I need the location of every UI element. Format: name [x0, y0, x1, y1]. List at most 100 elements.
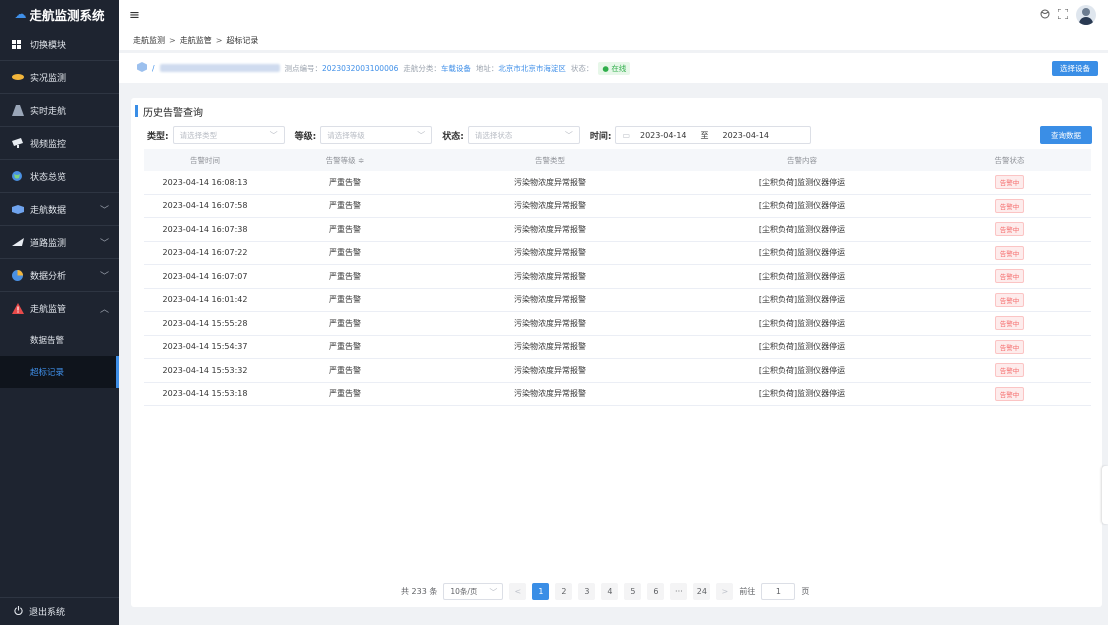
sidebar-subitem-data-alarm[interactable]: 数据告警 — [0, 324, 119, 356]
device-info-bar: / 测点编号： 2023032003100006 走航分类： 车载设备 地址： 北京市… — [119, 53, 1108, 83]
device-icon — [137, 62, 147, 74]
total-count: 共 233 条 — [401, 586, 438, 596]
pagination: 共 233 条 10条/页 ﹀ < 1 2 3 4 5 6 ··· 24 > 前往 1 页 — [401, 582, 809, 600]
cell-alarm-time: 2023-04-14 16:07:38 — [162, 224, 248, 234]
cell-alarm-type: 污染物浓度异常报警 — [514, 342, 586, 352]
alarm-table: 告警时间 告警等级 ≑ 告警类型 告警内容 告警状态 2023-04-14 16… — [144, 149, 1091, 406]
cell-alarm-type: 污染物浓度异常报警 — [514, 224, 586, 234]
next-page-button[interactable]: > — [716, 582, 734, 600]
cell-alarm-time: 2023-04-14 16:07:07 — [162, 271, 248, 281]
date-start[interactable]: 2023-04-14 — [640, 131, 687, 140]
logout-button[interactable]: 退出系统 — [0, 597, 119, 625]
sidebar-item-label: 数据分析 — [30, 271, 67, 282]
page-size-select[interactable]: 10条/页 ﹀ — [443, 582, 504, 600]
goto-page-input[interactable]: 1 — [761, 582, 796, 600]
table-row[interactable]: 2023-04-14 16:01:42 严重告警 污染物浓度异常报警 [尘积负荷]监测… — [144, 289, 1091, 312]
sidebar-item-road-monitoring[interactable]: 道路监测 ﹀ — [0, 226, 119, 258]
date-range-picker[interactable]: ▭ 2023-04-14 至 2023-04-14 — [615, 126, 812, 144]
cell-alarm-content: [尘积负荷]监测仪器停运 — [758, 201, 846, 211]
sidebar-item-label: 实况监测 — [30, 73, 67, 84]
page-button[interactable]: 1 — [532, 582, 550, 600]
fullscreen-icon[interactable] — [1057, 8, 1069, 22]
page-list: 1 2 3 4 5 6 ··· 24 — [532, 582, 711, 600]
top-bar: ≡ — [119, 0, 1108, 30]
cell-alarm-content: [尘积负荷]监测仪器停运 — [758, 224, 846, 234]
chevron-down-icon: ﹀ — [489, 587, 498, 597]
chevron-down-icon: ﹀ — [417, 131, 426, 140]
sidebar-item-label: 状态总览 — [30, 172, 67, 183]
level-filter-label: 等级: — [294, 131, 317, 142]
status-badge: 告警中 — [994, 386, 1025, 401]
date-end[interactable]: 2023-04-14 — [723, 131, 770, 140]
cell-alarm-level: 严重告警 — [329, 201, 361, 211]
sidebar-item-status-overview[interactable]: 状态总览 — [0, 160, 119, 192]
sidebar-item-cruise-data[interactable]: 走航数据 ﹀ — [0, 193, 119, 225]
breadcrumb-item[interactable]: 走航监管 — [180, 35, 212, 46]
sidebar-subitem-exceed-records[interactable]: 超标记录 — [0, 356, 119, 388]
cell-alarm-time: 2023-04-14 16:08:13 — [162, 177, 248, 187]
sidebar-item-switch-module[interactable]: 切换模块 — [0, 28, 119, 60]
sidebar-item-data-analysis[interactable]: 数据分析 ﹀ — [0, 259, 119, 291]
header-alarm-time: 告警时间 — [190, 155, 220, 165]
page-button[interactable]: 4 — [601, 582, 619, 600]
cell-alarm-status: 告警中 — [928, 316, 1091, 331]
page-button[interactable]: 2 — [555, 582, 573, 600]
point-value: 2023032003100006 — [322, 63, 399, 73]
sidebar-item-video-surveillance[interactable]: 视频监控 — [0, 127, 119, 159]
chevron-down-icon: ﹀ — [99, 206, 109, 216]
cell-alarm-content: [尘积负荷]监测仪器停运 — [758, 389, 846, 399]
app-title: 走航监测系统 — [29, 7, 105, 23]
table-row[interactable]: 2023-04-14 16:08:13 严重告警 污染物浓度异常报警 [尘积负荷]监测… — [144, 171, 1091, 195]
cell-alarm-level: 严重告警 — [329, 224, 361, 234]
sidebar-item-label: 数据告警 — [30, 336, 65, 346]
table-row[interactable]: 2023-04-14 15:53:32 严重告警 污染物浓度异常报警 [尘积负荷]监测… — [144, 359, 1091, 383]
sidebar-item-live-monitoring[interactable]: 实况监测 — [0, 61, 119, 93]
cell-alarm-type: 污染物浓度异常报警 — [514, 365, 586, 375]
select-device-button[interactable]: 选择设备 — [1052, 61, 1098, 76]
sidebar-item-cruise-supervision[interactable]: 走航监管 ︿ — [0, 292, 119, 324]
table-row[interactable]: 2023-04-14 16:07:07 严重告警 污染物浓度异常报警 [尘积负荷]监测… — [144, 265, 1091, 289]
goto-suffix: 页 — [801, 586, 810, 596]
sidebar-item-label: 走航监管 — [30, 304, 67, 315]
table-row[interactable]: 2023-04-14 15:53:18 严重告警 污染物浓度异常报警 [尘积负荷]监测… — [144, 383, 1091, 406]
road-icon — [12, 104, 30, 116]
header-alarm-level[interactable]: 告警等级 ≑ — [266, 155, 424, 166]
point-label: 测点编号： — [284, 63, 323, 73]
table-row[interactable]: 2023-04-14 15:54:37 严重告警 污染物浓度异常报警 [尘积负荷]监测… — [144, 336, 1091, 359]
query-button[interactable]: 查询数据 — [1040, 126, 1092, 144]
cell-alarm-type: 污染物浓度异常报警 — [514, 201, 586, 211]
table-row[interactable]: 2023-04-14 16:07:38 严重告警 污染物浓度异常报警 [尘积负荷]监测… — [144, 218, 1091, 242]
grid-icon — [12, 39, 30, 49]
prev-page-button[interactable]: < — [509, 582, 527, 600]
table-row[interactable]: 2023-04-14 16:07:22 严重告警 污染物浓度异常报警 [尘积负荷]监测… — [144, 242, 1091, 265]
sidebar: ☁ 走航监测系统 切换模块 实况监测 实时走航 视频监控 状态总览 走航数据 ﹀… — [0, 0, 119, 625]
chevron-down-icon: ﹀ — [99, 239, 109, 249]
page-button[interactable]: 6 — [647, 582, 665, 600]
theme-icon[interactable] — [1040, 9, 1050, 22]
user-avatar[interactable] — [1076, 5, 1096, 25]
breadcrumb-item[interactable]: 走航监测 — [133, 35, 165, 46]
sidebar-item-label: 实时走航 — [30, 106, 67, 117]
type-select[interactable]: 请选择类型 ﹀ — [172, 126, 285, 144]
status-badge: 告警中 — [994, 363, 1025, 378]
status-select[interactable]: 请选择状态 ﹀ — [467, 126, 580, 144]
hamburger-menu-icon[interactable]: ≡ — [129, 8, 140, 23]
table-row[interactable]: 2023-04-14 15:55:28 严重告警 污染物浓度异常报警 [尘积负荷]监测… — [144, 312, 1091, 336]
side-drawer-handle[interactable] — [1102, 466, 1108, 524]
status-badge: 告警中 — [994, 222, 1025, 237]
pie-icon — [12, 269, 30, 281]
page-button[interactable]: 5 — [624, 582, 642, 600]
more-pages-button[interactable]: ··· — [670, 582, 688, 600]
cell-alarm-content: [尘积负荷]监测仪器停运 — [758, 318, 846, 328]
page-button[interactable]: 24 — [693, 582, 711, 600]
page-button[interactable]: 3 — [578, 582, 596, 600]
status-badge: 告警中 — [994, 316, 1025, 331]
breadcrumb: 走航监测 > 走航监管 > 超标记录 — [119, 30, 1108, 50]
cell-alarm-status: 告警中 — [928, 222, 1091, 237]
table-row[interactable]: 2023-04-14 16:07:58 严重告警 污染物浓度异常报警 [尘积负荷]监测… — [144, 195, 1091, 218]
car-cloud-icon: ☁ — [14, 7, 27, 21]
level-select[interactable]: 请选择等级 ﹀ — [320, 126, 433, 144]
type-filter-label: 类型: — [147, 131, 169, 142]
status-badge: 告警中 — [994, 198, 1025, 213]
sidebar-item-realtime-cruise[interactable]: 实时走航 — [0, 94, 119, 126]
